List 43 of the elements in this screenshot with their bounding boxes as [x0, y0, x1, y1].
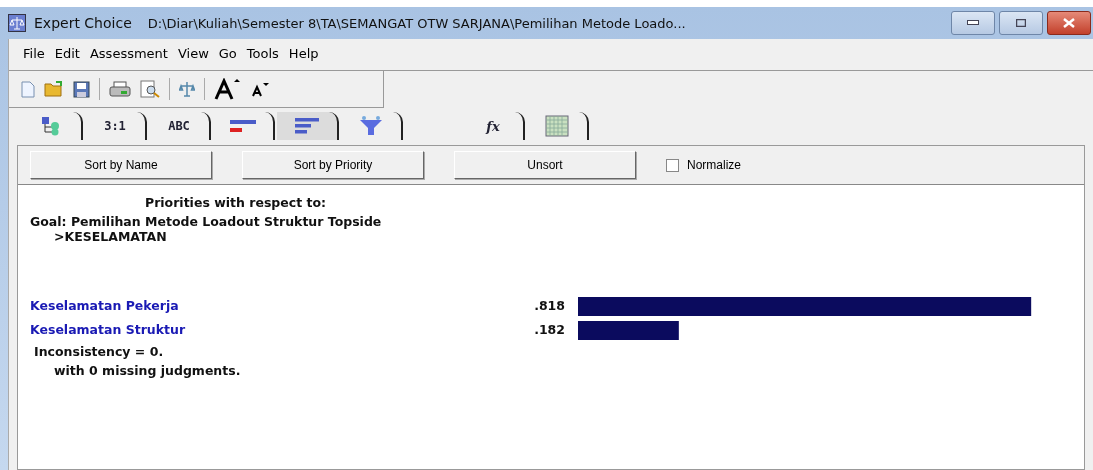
funnel-icon: [359, 116, 383, 136]
tree-icon: [41, 116, 61, 136]
node-path: >KESELAMATAN: [54, 229, 168, 244]
sort-button[interactable]: Unsort: [454, 151, 636, 179]
report-heading: Priorities with respect to:: [145, 195, 328, 210]
inconsistency-text: Inconsistency = 0.: [34, 344, 165, 359]
minimize-icon: [967, 20, 979, 26]
checkbox-label: Normalize: [687, 158, 741, 172]
font-decrease-icon[interactable]: [251, 81, 271, 97]
menu-item[interactable]: Help: [288, 46, 319, 63]
menu-item[interactable]: Edit: [54, 46, 80, 63]
close-button[interactable]: [1047, 11, 1091, 35]
menu-item[interactable]: Tools: [246, 46, 279, 63]
window-title: D:\Diar\Kuliah\Semester 8\TA\SEMANGAT OTW SARJANA\Pemilihan Metode Loado...: [147, 15, 686, 31]
sort-button[interactable]: Sort by Name: [30, 151, 212, 179]
folder-icon[interactable]: [44, 81, 64, 97]
value-label: .182: [534, 322, 565, 337]
category-label: Keselamatan Struktur: [30, 322, 186, 337]
scales-icon[interactable]: [179, 80, 195, 98]
view-tab[interactable]: [277, 112, 339, 140]
printer-icon[interactable]: [109, 80, 131, 98]
menu-item[interactable]: View: [177, 46, 209, 63]
print-preview-icon[interactable]: [140, 80, 160, 98]
sort-button[interactable]: Sort by Priority: [242, 151, 424, 179]
normalize-checkbox[interactable]: [666, 158, 679, 172]
maximize-icon: [1016, 19, 1026, 27]
scales-icon: [8, 14, 26, 32]
menu-item[interactable]: File: [23, 46, 45, 63]
save-icon[interactable]: [73, 80, 90, 98]
close-icon: [1063, 18, 1075, 28]
goal-text: Goal: Pemilihan Metode Loadout Struktur Topside: [30, 214, 383, 229]
value-label: .818: [534, 298, 565, 313]
missing-judgments-text: with 0 missing judgments.: [54, 363, 242, 378]
menu-item[interactable]: Assessment: [89, 46, 168, 63]
category-label: Keselamatan Pekerja: [30, 298, 179, 313]
menu-item[interactable]: Go: [218, 46, 237, 63]
bar-chart-icon: [295, 118, 319, 134]
grid-icon: [545, 115, 569, 137]
font-increase-icon[interactable]: [214, 78, 242, 100]
maximize-button[interactable]: [999, 11, 1043, 35]
app-name: Expert Choice: [34, 15, 132, 31]
minimize-button[interactable]: [951, 11, 995, 35]
bar-chart-icon: [230, 119, 256, 133]
